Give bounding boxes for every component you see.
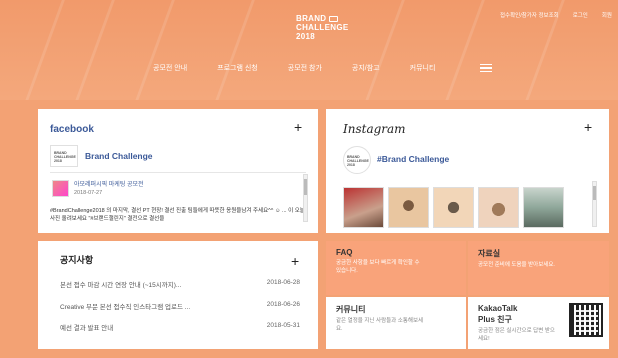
nav-item-program[interactable]: 프로그램 신청 <box>217 63 258 73</box>
notice-item[interactable]: Creative 부문 본선 접수직 인스타그램 업로드 ... 2018-06… <box>60 301 300 311</box>
faq-title: FAQ <box>336 248 353 257</box>
top-links: 접수확인/참가자 정보조회 로그인 회원 <box>500 11 612 19</box>
brand-logo[interactable]: BRAND CHALLENGE 2018 <box>296 14 348 41</box>
link-member[interactable]: 회원 <box>602 11 612 19</box>
notice-item-date: 2018-06-28 <box>266 279 300 286</box>
instagram-scrollbar[interactable] <box>592 181 597 227</box>
instagram-photo[interactable] <box>343 187 384 228</box>
facebook-page-logo: BRAND CHALLENGE 2018 <box>50 145 78 167</box>
faq-desc: 궁금한 사항을 보다 빠르게 확인할 수 있습니다. <box>336 260 420 274</box>
kakao-tile[interactable]: KakaoTalk Plus 친구 궁금한 점은 실시간으로 답변 받으세요! <box>468 297 609 349</box>
notice-card: 공지사항 + 본선 접수 마감 시간 연장 안내 (~15시까지)... 201… <box>38 241 318 349</box>
link-login[interactable]: 로그인 <box>573 11 588 19</box>
instagram-account-logo: BRAND CHALLENGE 2018 <box>343 146 371 174</box>
community-title: 커뮤니티 <box>336 305 366 314</box>
instagram-photo-strip <box>343 187 564 228</box>
facebook-page-name[interactable]: Brand Challenge <box>85 151 153 161</box>
community-tile[interactable]: 커뮤니티 같은 열정을 지닌 사람들과 소통해보세요. <box>326 297 466 349</box>
instagram-photo[interactable] <box>388 187 429 228</box>
logo-line-3: 2018 <box>296 32 315 41</box>
notice-item[interactable]: 예선 결과 발표 안내 2018-05-31 <box>60 322 300 332</box>
menu-icon[interactable] <box>480 64 492 72</box>
post-date: 2018-07-27 <box>74 190 103 196</box>
post-author[interactable]: 아모레퍼시픽 마케팅 공모전 <box>74 179 144 188</box>
instagram-title: Instagram <box>343 122 406 136</box>
main-nav: 공모전 안내 프로그램 신청 공모전 참가 공지/참고 커뮤니티 <box>153 63 465 73</box>
hero-banner: 접수확인/참가자 정보조회 로그인 회원 BRAND CHALLENGE 201… <box>0 0 618 100</box>
post-avatar <box>52 180 69 197</box>
resources-desc: 공모전 준비에 도움을 받아보세요. <box>478 262 555 268</box>
instagram-photo[interactable] <box>523 187 564 228</box>
logo-line-2: CHALLENGE <box>296 23 349 32</box>
kakao-desc: 궁금한 점은 실시간으로 답변 받으세요! <box>478 328 555 342</box>
link-apply-check[interactable]: 접수확인/참가자 정보조회 <box>500 11 559 19</box>
divider <box>50 172 306 173</box>
notice-item[interactable]: 본선 접수 마감 시간 연장 안내 (~15시까지)... 2018-06-28 <box>60 279 300 289</box>
instagram-more-icon[interactable]: + <box>584 120 592 134</box>
logo-line-1: BRAND <box>296 14 327 23</box>
faq-tile[interactable]: FAQ 궁금한 사항을 보다 빠르게 확인할 수 있습니다. <box>326 241 466 295</box>
instagram-card: Instagram + BRAND CHALLENGE 2018 #Brand … <box>326 109 609 233</box>
notice-title: 공지사항 <box>60 255 94 265</box>
resources-title: 자료실 <box>478 249 501 258</box>
facebook-scrollbar[interactable] <box>303 174 308 222</box>
instagram-photo[interactable] <box>433 187 474 228</box>
notice-item-date: 2018-05-31 <box>266 322 300 329</box>
notice-item-text: Creative 부문 본선 접수직 인스타그램 업로드 ... <box>60 304 191 311</box>
post-body: #BrandChallenge2018 의 마지막, 결선 PT 현장! 결선 … <box>50 208 305 222</box>
instagram-photo[interactable] <box>478 187 519 228</box>
chat-bubble-icon <box>329 15 339 22</box>
facebook-card: facebook + BRAND CHALLENGE 2018 Brand Ch… <box>38 109 318 233</box>
nav-item-participate[interactable]: 공모전 참가 <box>288 63 322 73</box>
nav-item-community[interactable]: 커뮤니티 <box>410 63 436 73</box>
community-desc: 같은 열정을 지닌 사람들과 소통해보세요. <box>336 318 424 332</box>
nav-item-notice[interactable]: 공지/참고 <box>352 63 380 73</box>
qr-code-icon <box>569 303 603 337</box>
resources-tile[interactable]: 자료실 공모전 준비에 도움을 받아보세요. <box>468 241 609 295</box>
nav-item-about[interactable]: 공모전 안내 <box>153 63 187 73</box>
notice-item-date: 2018-06-26 <box>266 301 300 308</box>
notice-item-text: 예선 결과 발표 안내 <box>60 325 114 332</box>
notice-item-text: 본선 접수 마감 시간 연장 안내 (~15시까지)... <box>60 282 182 289</box>
instagram-account-name[interactable]: #Brand Challenge <box>377 154 449 164</box>
facebook-title: facebook <box>50 124 94 135</box>
notice-more-icon[interactable]: + <box>291 254 299 268</box>
facebook-more-icon[interactable]: + <box>294 120 302 134</box>
